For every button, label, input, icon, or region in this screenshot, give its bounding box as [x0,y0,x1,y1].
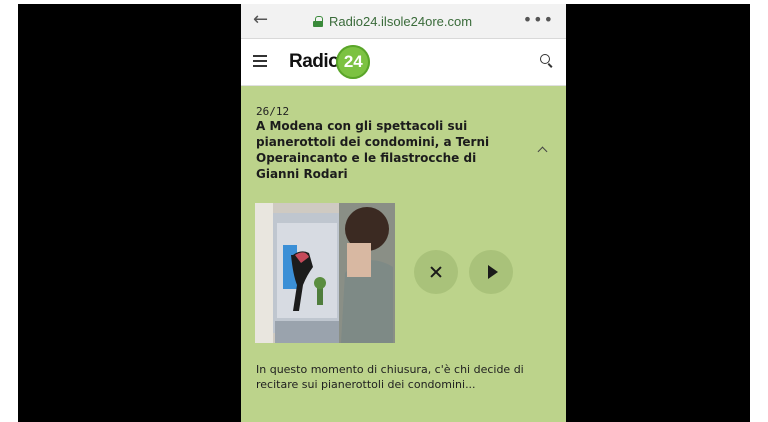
site-header: Radio 24 [241,39,566,86]
close-button[interactable] [414,250,458,294]
radio24-logo[interactable]: Radio 24 [289,45,371,79]
logo-text: Radio [289,51,340,72]
browser-url-bar: ← Radio24.ilsole24ore.com ••• [241,4,566,39]
video-frame: ← Radio24.ilsole24ore.com ••• Radio 24 2… [0,0,768,422]
close-icon [430,266,442,278]
arrow-left-icon[interactable]: ← [253,10,268,30]
search-icon[interactable] [540,54,552,66]
play-button[interactable] [469,250,513,294]
hamburger-icon[interactable] [253,55,267,67]
address-field[interactable]: Radio24.ilsole24ore.com [313,12,472,30]
lock-icon [313,15,323,27]
article-summary[interactable]: In questo momento di chiusura, c'è chi d… [256,362,548,392]
letterbox-right [566,4,750,422]
play-icon [487,265,498,279]
article-date: 26/12 [256,105,290,118]
phone-screen: ← Radio24.ilsole24ore.com ••• Radio 24 2… [241,4,566,422]
article-headline[interactable]: A Modena con gli spettacoli sui pianerot… [256,118,514,182]
article-image [255,203,395,343]
chevron-up-icon[interactable] [537,144,549,156]
url-text: Radio24.ilsole24ore.com [329,13,473,29]
more-horizontal-icon[interactable]: ••• [523,10,554,29]
logo-badge: 24 [336,45,371,79]
letterbox-left [18,4,241,422]
